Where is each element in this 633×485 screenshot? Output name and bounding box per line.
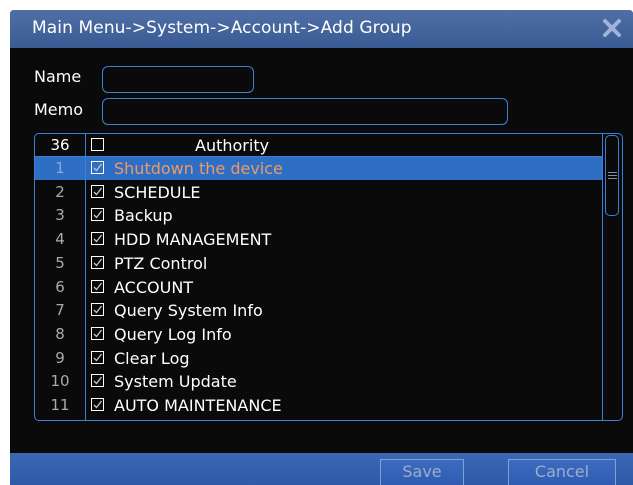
row-number: 7 [55,301,65,320]
authority-column-header: Authority [195,136,270,155]
save-button[interactable]: Save [380,459,464,485]
add-group-dialog: Main Menu->System->Account->Add Group Na… [10,10,633,485]
list-scrollbar[interactable] [602,134,622,420]
grip-line [608,175,617,176]
bottom-bar: Save Cancel [10,453,633,485]
list-item[interactable]: 2 SCHEDULE [35,181,603,204]
check-mark-icon [93,305,103,314]
row-number: 1 [55,159,65,177]
row-number: 8 [55,324,65,343]
permission-checkbox[interactable] [91,184,104,198]
title-bar: Main Menu->System->Account->Add Group [10,10,633,48]
row-number: 2 [55,182,65,201]
row-number: 6 [55,277,65,296]
permission-checkbox[interactable] [91,161,104,174]
cancel-button[interactable]: Cancel [508,459,616,485]
row-number: 3 [55,206,65,225]
row-number: 4 [55,230,65,249]
total-count: 36 [50,136,70,154]
permission-checkbox[interactable] [91,303,104,317]
check-mark-icon [93,210,103,219]
list-item[interactable]: 11 AUTO MAINTENANCE [35,394,603,417]
window-title: Main Menu->System->Account->Add Group [32,18,412,38]
permission-checkbox[interactable] [91,208,104,222]
column-divider [85,134,86,420]
list-item[interactable]: 7 Query System Info [35,299,603,322]
permission-label: SCHEDULE [114,182,201,202]
permission-checkbox[interactable] [91,326,104,340]
check-mark-icon [93,234,103,243]
permission-label: AUTO MAINTENANCE [114,396,282,415]
list-header: 36 Authority [35,134,603,157]
list-item[interactable]: 3 Backup [35,204,603,227]
list-item[interactable]: 6 ACCOUNT [35,276,603,299]
permission-label: Shutdown the device [114,159,283,178]
name-input[interactable] [102,66,254,93]
check-mark-icon [93,258,103,267]
permission-label: ACCOUNT [114,277,194,297]
list-item[interactable]: 9 Clear Log [35,347,603,370]
permission-label: Query Log Info [114,324,232,344]
memo-label: Memo [34,100,84,119]
check-mark-icon [93,353,103,362]
permission-label: System Update [114,372,237,392]
row-number: 10 [50,372,70,391]
permission-checkbox[interactable] [91,232,104,246]
header-divider [35,156,603,157]
permission-checkbox[interactable] [91,255,104,269]
grip-line [608,172,617,173]
list-item[interactable]: 10 System Update [35,370,603,393]
permission-checkbox[interactable] [91,279,104,293]
permission-checkbox[interactable] [91,374,104,388]
close-icon[interactable] [599,15,625,41]
check-mark-icon [93,187,103,196]
permission-checkbox[interactable] [91,398,104,411]
permission-label: Backup [114,206,173,226]
select-all-checkbox[interactable] [91,138,104,151]
authority-list: 36 Authority 1 Shutdown the device 2 SCHEDU… [34,133,623,421]
check-mark-icon [93,400,103,409]
permission-label: Query System Info [114,301,263,321]
check-mark-icon [93,282,103,290]
scroll-thumb[interactable] [605,135,619,216]
list-item[interactable]: 1 Shutdown the device [35,157,603,180]
permission-checkbox[interactable] [91,350,104,364]
list-item[interactable]: 8 Query Log Info [35,323,603,346]
check-mark-icon [93,329,103,338]
row-number: 11 [50,396,70,414]
permission-label: HDD MANAGEMENT [114,230,272,250]
row-number: 9 [55,348,65,367]
row-number: 5 [55,253,65,272]
list-item[interactable]: 5 PTZ Control [35,252,603,275]
list-item[interactable]: 4 HDD MANAGEMENT [35,228,603,251]
check-mark-icon [93,376,103,385]
memo-input[interactable] [102,98,508,125]
check-mark-icon [93,163,103,172]
grip-line [608,178,617,179]
permission-label: PTZ Control [114,253,208,273]
permission-label: Clear Log [114,348,190,368]
name-label: Name [34,67,82,86]
